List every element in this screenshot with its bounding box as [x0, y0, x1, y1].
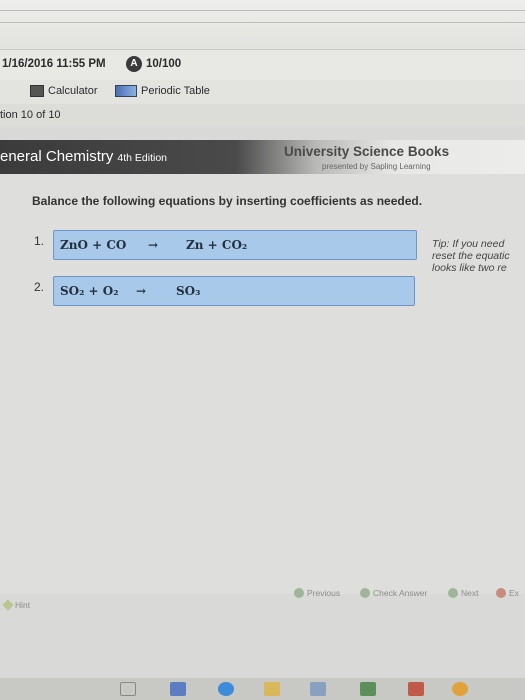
divider [0, 22, 525, 23]
check-answer-label: Check Answer [373, 588, 428, 598]
equation-rhs: Zn + CO₂ [186, 238, 248, 252]
calculator-label: Calculator [48, 85, 98, 97]
calculator-icon [30, 85, 44, 97]
folder-icon[interactable] [264, 682, 280, 696]
datetime: 1/16/2016 11:55 PM [2, 58, 106, 70]
equation-answer-box[interactable]: ZnO + CO → Zn + CO₂ [53, 230, 417, 260]
hint-icon [2, 599, 14, 611]
arrow-icon: → [148, 238, 159, 252]
check-answer-button[interactable]: Check Answer [360, 588, 427, 598]
tip-line: Tip: If you need [432, 238, 505, 250]
previous-icon [294, 588, 304, 598]
course-title-text: eneral Chemistry [0, 148, 114, 165]
question-counter: tion 10 of 10 [0, 109, 61, 121]
tools-row: Calculator Periodic Table [0, 80, 525, 104]
periodic-table-icon [115, 85, 137, 97]
edition: 4th Edition [117, 152, 167, 164]
hint-button[interactable]: Hint [2, 599, 31, 611]
status-row: 1/16/2016 11:55 PM A 10/100 [0, 50, 525, 80]
exit-button[interactable]: Ex [496, 588, 519, 598]
publisher-subtitle: presented by Sapling Learning [322, 162, 431, 171]
course-header: eneral Chemistry 4th Edition University S… [0, 140, 525, 174]
browser-icon[interactable] [218, 682, 234, 696]
exit-icon [496, 588, 506, 598]
previous-button[interactable]: Previous [294, 588, 340, 598]
equation-number: 1. [34, 234, 45, 248]
browser-top-bar [0, 0, 525, 50]
store-icon[interactable] [310, 682, 326, 696]
exit-label: Ex [509, 588, 519, 598]
question-content: Balance the following equations by inser… [0, 174, 525, 594]
tip-line: looks like two re [432, 262, 507, 274]
equation-rhs: SO₃ [176, 284, 201, 298]
question-counter-row: tion 10 of 10 [0, 104, 525, 126]
periodic-table-button[interactable]: Periodic Table [115, 85, 210, 97]
course-title: eneral Chemistry 4th Edition [0, 148, 167, 165]
calculator-button[interactable]: Calculator [30, 85, 98, 97]
hint-label: Hint [15, 600, 31, 610]
next-button[interactable]: Next [448, 588, 478, 598]
next-icon [448, 588, 458, 598]
app-icon[interactable] [408, 682, 424, 696]
word-icon[interactable] [170, 682, 186, 696]
attempt-badge-icon: A [126, 56, 142, 72]
equation-answer-box[interactable]: SO₂ + O₂ → SO₃ [53, 276, 415, 306]
next-label: Next [461, 588, 479, 598]
excel-icon[interactable] [360, 682, 376, 696]
arrow-icon: → [136, 284, 147, 298]
equation-lhs: ZnO + CO [60, 238, 127, 252]
footer-nav: Hint Previous Check Answer Next Ex [0, 584, 525, 614]
tip-line: reset the equatic [432, 250, 510, 262]
check-icon [360, 588, 370, 598]
equation-lhs: SO₂ + O₂ [60, 284, 119, 298]
publisher-logo: University Science Books [284, 144, 450, 159]
task-view-icon[interactable] [120, 682, 136, 696]
chrome-icon[interactable] [452, 682, 468, 696]
taskbar [0, 678, 525, 700]
tip-text: Tip: If you need reset the equatic looks… [432, 238, 525, 274]
equation-number: 2. [34, 280, 45, 294]
previous-label: Previous [307, 588, 341, 598]
score: 10/100 [146, 58, 182, 70]
divider [0, 10, 525, 11]
periodic-table-label: Periodic Table [141, 85, 210, 97]
instruction: Balance the following equations by inser… [32, 194, 423, 208]
